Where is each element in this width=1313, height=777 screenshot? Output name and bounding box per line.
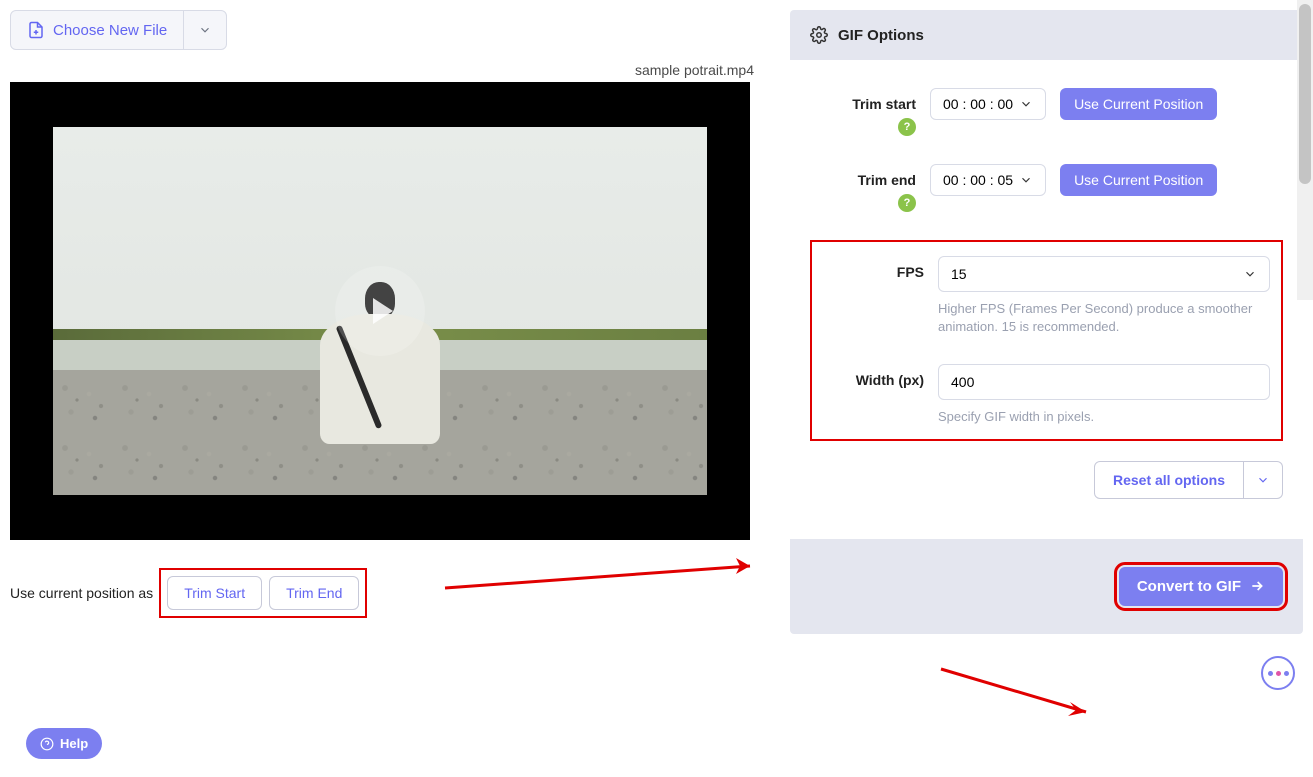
convert-label: Convert to GIF	[1137, 578, 1241, 595]
chevron-down-icon	[1243, 267, 1257, 281]
trim-start-value: 00 : 00 : 00	[943, 96, 1013, 112]
filename-label: sample potrait.mp4	[10, 62, 760, 78]
fps-value: 15	[951, 266, 967, 282]
help-circle-icon	[40, 737, 54, 751]
annotation-arrow-icon	[936, 664, 1106, 724]
chevron-down-icon	[1256, 473, 1270, 487]
chat-widget-button[interactable]	[1261, 656, 1295, 690]
help-fab-label: Help	[60, 736, 88, 751]
trim-end-button[interactable]: Trim End	[269, 576, 359, 610]
choose-file-label: Choose New File	[53, 22, 167, 39]
help-icon[interactable]: ?	[898, 118, 916, 136]
width-hint: Specify GIF width in pixels.	[938, 408, 1275, 426]
file-plus-icon	[27, 21, 45, 39]
choose-file-button[interactable]: Choose New File	[11, 11, 184, 49]
chevron-down-icon	[198, 23, 212, 37]
trim-start-button[interactable]: Trim Start	[167, 576, 262, 610]
chevron-down-icon	[1019, 97, 1033, 111]
help-icon[interactable]: ?	[898, 194, 916, 212]
file-picker-dropdown[interactable]	[184, 11, 226, 49]
help-fab-button[interactable]: Help	[26, 728, 102, 759]
arrow-right-icon	[1249, 578, 1265, 594]
reset-options-dropdown[interactable]	[1244, 461, 1283, 499]
trim-start-time-select[interactable]: 00 : 00 : 00	[930, 88, 1046, 120]
trim-end-time-select[interactable]: 00 : 00 : 05	[930, 164, 1046, 196]
options-title: GIF Options	[838, 27, 924, 44]
trim-position-label: Use current position as	[10, 585, 153, 601]
trim-buttons-highlight: Trim Start Trim End	[159, 568, 367, 618]
trim-end-label: Trim end	[810, 172, 916, 188]
gif-options-panel: GIF Options Trim start ? 00 : 00 : 00 Us…	[790, 10, 1303, 634]
width-input[interactable]	[938, 364, 1270, 400]
convert-to-gif-button[interactable]: Convert to GIF	[1119, 567, 1283, 606]
options-header: GIF Options	[790, 10, 1303, 60]
gear-icon	[810, 26, 828, 44]
use-position-start-button[interactable]: Use Current Position	[1060, 88, 1217, 120]
fps-width-highlight: FPS 15 Higher FPS (Frames Per Second) pr…	[810, 240, 1283, 441]
fps-label: FPS	[818, 264, 924, 280]
trim-start-label: Trim start	[810, 96, 916, 112]
use-position-end-button[interactable]: Use Current Position	[1060, 164, 1217, 196]
trim-end-value: 00 : 00 : 05	[943, 172, 1013, 188]
chevron-down-icon	[1019, 173, 1033, 187]
file-picker-group: Choose New File	[10, 10, 227, 50]
reset-options-button[interactable]: Reset all options	[1094, 461, 1244, 499]
play-button-icon[interactable]	[335, 266, 425, 356]
fps-select[interactable]: 15	[938, 256, 1270, 292]
scrollbar-track[interactable]	[1297, 0, 1313, 300]
width-label: Width (px)	[818, 372, 924, 388]
video-player[interactable]	[10, 82, 750, 540]
scrollbar-thumb[interactable]	[1299, 4, 1311, 184]
fps-hint: Higher FPS (Frames Per Second) produce a…	[938, 300, 1275, 336]
